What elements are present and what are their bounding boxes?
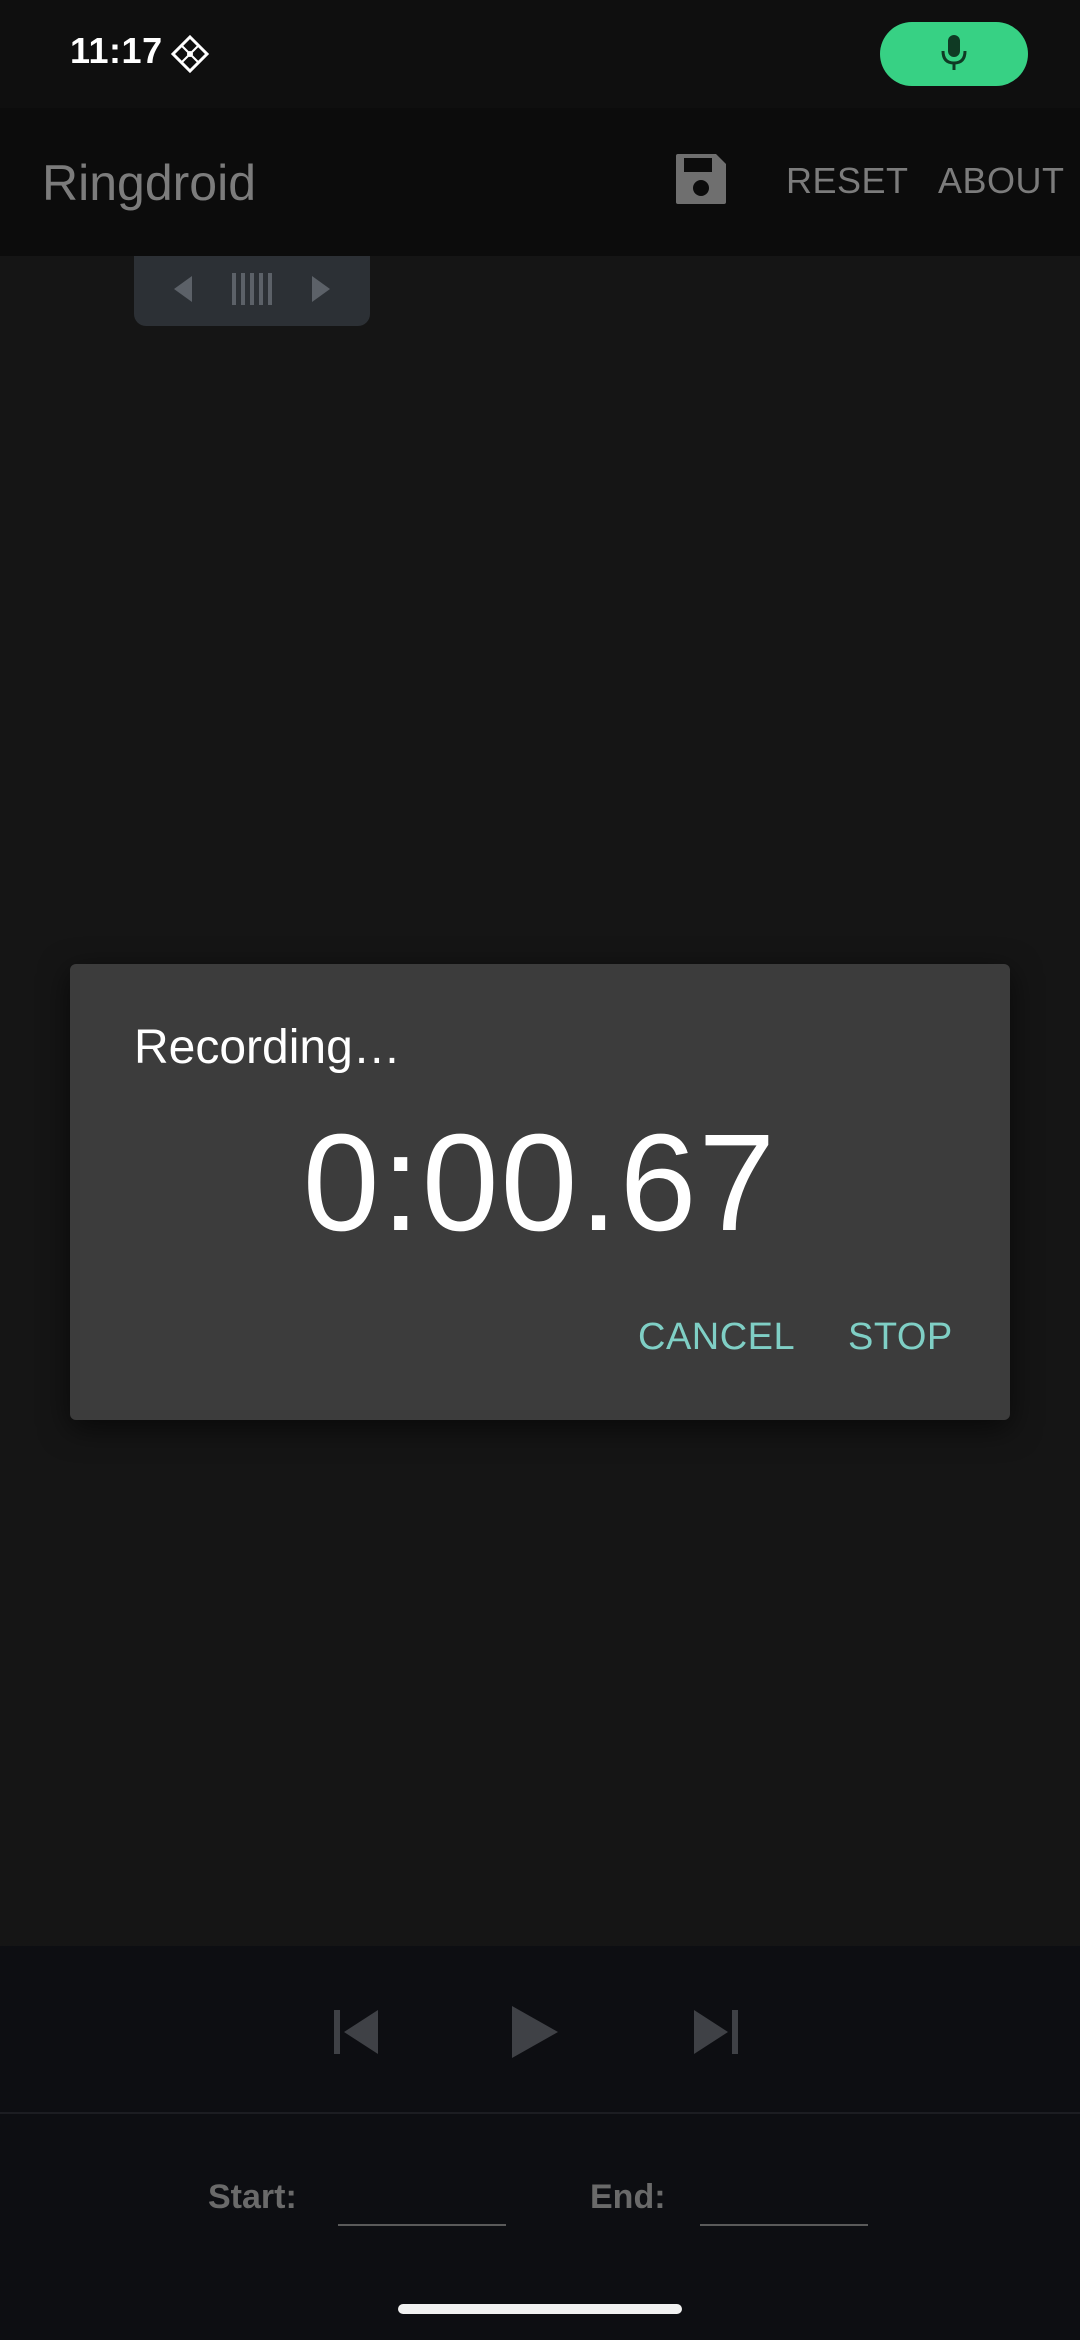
app-bar: Ringdroid RESET ABOUT [0,108,1080,256]
cancel-button[interactable]: CANCEL [638,1316,795,1359]
triangle-left-icon [172,274,194,309]
navigation-bar [0,2274,1080,2340]
skip-next-icon[interactable] [684,2002,744,2062]
start-label: Start: [208,2178,297,2216]
play-icon[interactable] [504,2002,564,2062]
transport-controls [0,1946,1080,2112]
range-row: Start: End: [0,2114,1080,2274]
marker-handle[interactable] [134,256,370,326]
floppy-save-icon[interactable] [672,150,730,208]
start-input[interactable] [338,2182,506,2226]
dialog-title: Recording… [134,1021,401,1074]
grip-lines-icon [230,271,274,312]
skip-previous-icon[interactable] [328,2002,388,2062]
triangle-right-icon [310,274,332,309]
end-label: End: [590,2178,666,2216]
stop-button[interactable]: STOP [848,1316,953,1359]
about-button[interactable]: ABOUT [938,160,1065,202]
status-bar: 11:17 [0,0,1080,108]
microphone-icon [939,32,969,77]
recording-dialog: Recording… 0:00.67 CANCEL STOP [70,964,1010,1420]
microphone-indicator[interactable] [880,22,1028,86]
reset-button[interactable]: RESET [786,160,909,202]
app-title: Ringdroid [42,155,257,211]
end-input[interactable] [700,2182,868,2226]
diamond-grid-icon [170,34,210,74]
home-indicator[interactable] [398,2304,682,2314]
status-time: 11:17 [70,30,163,71]
recording-timer: 0:00.67 [302,1106,778,1260]
